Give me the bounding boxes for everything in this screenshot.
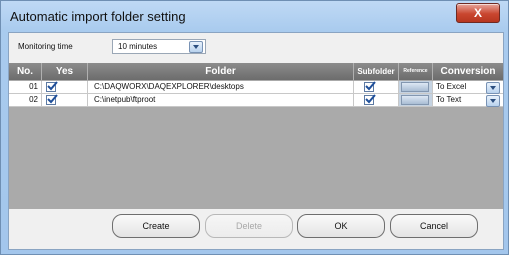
header-folder: Folder <box>88 63 354 80</box>
conversion-value: To Text <box>436 95 462 104</box>
cancel-button[interactable]: Cancel <box>390 214 478 238</box>
reference-cell <box>399 94 433 107</box>
delete-button[interactable]: Delete <box>205 214 293 238</box>
folder-path[interactable]: C:\inetpub\ftproot <box>88 94 354 107</box>
dialog-window: Automatic import folder setting X Monito… <box>0 0 509 255</box>
reference-button[interactable] <box>401 82 429 92</box>
subfolder-cell <box>354 94 399 107</box>
monitoring-time-label: Monitoring time <box>18 42 73 51</box>
folder-path[interactable]: C:\DAQWORX\DAQEXPLORER\desktops <box>88 81 354 94</box>
monitoring-time-value: 10 minutes <box>118 42 158 51</box>
folder-table: No. Yes Folder Subfolder Reference Conve… <box>9 63 503 209</box>
header-subfolder: Subfolder <box>354 63 399 80</box>
title-bar[interactable]: Automatic import folder setting X <box>1 1 508 31</box>
row-number: 01 <box>9 81 42 94</box>
check-icon <box>47 81 58 91</box>
check-icon <box>365 94 376 104</box>
ok-button[interactable]: OK <box>297 214 385 238</box>
conversion-select[interactable]: To Excel <box>433 81 503 94</box>
header-yes: Yes <box>42 63 88 80</box>
subfolder-checkbox[interactable] <box>364 81 376 92</box>
check-icon <box>365 81 376 91</box>
yes-cell <box>42 94 88 107</box>
table-row: 02 C:\inetpub\ftproot To Text <box>9 94 503 107</box>
monitoring-time-select[interactable]: 10 minutes <box>112 39 206 54</box>
chevron-down-icon[interactable] <box>189 41 203 53</box>
close-button[interactable]: X <box>456 3 500 23</box>
table-header: No. Yes Folder Subfolder Reference Conve… <box>9 63 503 80</box>
button-row: Create Delete OK Cancel <box>9 214 503 240</box>
yes-checkbox[interactable] <box>46 81 58 92</box>
conversion-value: To Excel <box>436 82 467 91</box>
header-reference: Reference <box>399 63 433 80</box>
table-row: 01 C:\DAQWORX\DAQEXPLORER\desktops To Ex… <box>9 81 503 94</box>
subfolder-cell <box>354 81 399 94</box>
conversion-select[interactable]: To Text <box>433 94 503 107</box>
header-conversion: Conversion <box>440 66 496 77</box>
yes-checkbox[interactable] <box>46 94 58 105</box>
create-button[interactable]: Create <box>112 214 200 238</box>
reference-button[interactable] <box>401 95 429 105</box>
chevron-down-icon[interactable] <box>486 95 500 107</box>
row-number: 02 <box>9 94 42 107</box>
header-no: No. <box>9 63 42 80</box>
dialog-body: Monitoring time 10 minutes No. Yes Folde… <box>8 32 504 250</box>
chevron-down-icon[interactable] <box>486 82 500 94</box>
close-icon: X <box>473 6 482 20</box>
subfolder-checkbox[interactable] <box>364 94 376 105</box>
window-title: Automatic import folder setting <box>10 9 186 24</box>
reference-cell <box>399 81 433 94</box>
check-icon <box>47 94 58 104</box>
